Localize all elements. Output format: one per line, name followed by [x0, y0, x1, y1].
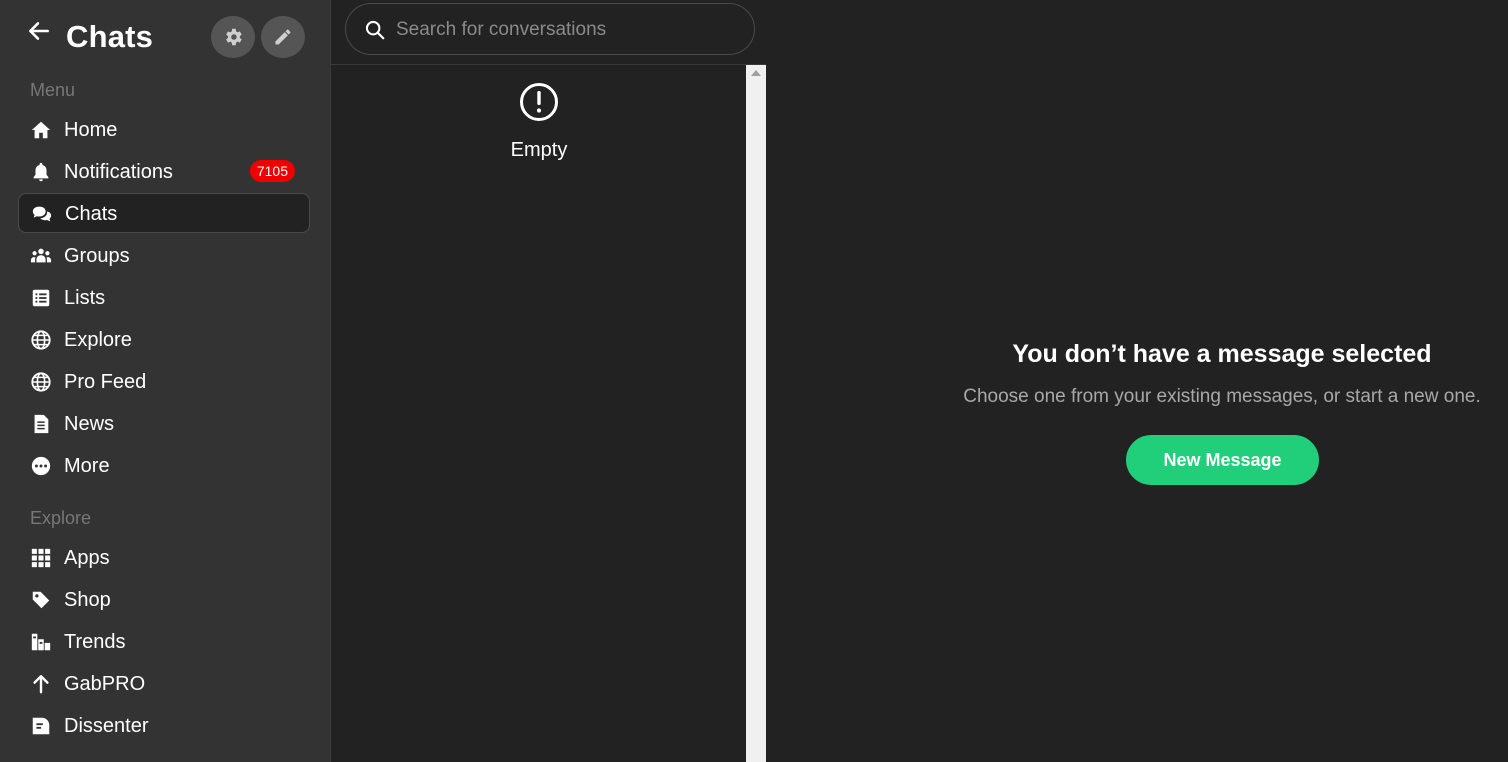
sidebar-item-label: More	[64, 455, 110, 477]
sidebar-item-lists[interactable]: Lists	[18, 278, 310, 318]
empty-label: Empty	[510, 139, 568, 161]
sidebar-item-label: Apps	[64, 547, 110, 569]
sidebar-item-label: Home	[64, 119, 118, 141]
globe-icon	[30, 329, 52, 351]
sidebar-item-pro-feed[interactable]: Pro Feed	[18, 362, 310, 402]
grid-icon	[30, 547, 52, 569]
bell-icon	[30, 161, 52, 183]
sidebar-item-label: GabPRO	[64, 673, 146, 695]
sidebar-header: Chats	[0, 0, 330, 78]
sidebar-item-label: Groups	[64, 245, 130, 267]
sidebar-item-apps[interactable]: Apps	[18, 538, 310, 578]
sidebar-item-label: Lists	[64, 287, 106, 309]
no-message-title: You don’t have a message selected	[1012, 340, 1432, 368]
tag-icon	[30, 589, 52, 611]
search-box[interactable]	[345, 3, 755, 55]
search-input[interactable]	[396, 16, 736, 44]
list-icon	[30, 287, 52, 309]
search-bar	[331, 0, 767, 65]
sidebar-item-dissenter[interactable]: Dissenter	[18, 706, 310, 746]
conversation-list-panel: Empty	[330, 0, 767, 762]
sidebar-item-label: Shop	[64, 589, 111, 611]
sidebar-item-more[interactable]: More	[18, 446, 310, 486]
exclamation-circle-icon	[520, 83, 558, 121]
sidebar-item-label: News	[64, 413, 115, 435]
page-title: Chats	[66, 19, 154, 54]
scrollbar[interactable]	[746, 65, 766, 762]
sidebar-item-label: Explore	[64, 329, 132, 351]
sidebar-item-gabpro[interactable]: GabPRO	[18, 664, 310, 704]
arrow-left-icon	[29, 22, 49, 40]
home-icon	[30, 119, 52, 141]
settings-button[interactable]	[211, 16, 255, 58]
sidebar: Chats Menu Home Notifications 7105 Chats…	[0, 0, 330, 762]
back-button[interactable]	[24, 16, 54, 46]
sidebar-item-shop[interactable]: Shop	[18, 580, 310, 620]
search-icon	[365, 20, 385, 40]
compose-button[interactable]	[261, 16, 305, 58]
new-message-button[interactable]: New Message	[1126, 435, 1319, 485]
sidebar-item-label: Dissenter	[64, 715, 149, 737]
sidebar-item-groups[interactable]: Groups	[18, 236, 310, 276]
notification-count-badge: 7105	[249, 160, 295, 182]
scroll-up-arrow-icon[interactable]	[751, 70, 761, 76]
groups-icon	[30, 245, 52, 267]
sidebar-item-trends[interactable]: Trends	[18, 622, 310, 662]
sidebar-item-label: Pro Feed	[64, 371, 147, 393]
empty-state: Empty	[331, 82, 747, 162]
sidebar-item-label: Notifications	[64, 161, 173, 183]
sidebar-item-notifications[interactable]: Notifications 7105	[18, 152, 310, 192]
no-message-subtitle: Choose one from your existing messages, …	[963, 386, 1481, 407]
document-icon	[30, 413, 52, 435]
section-label-menu: Menu	[30, 80, 76, 100]
sidebar-item-chats[interactable]: Chats	[18, 193, 310, 233]
chat-icon	[31, 203, 53, 225]
dissenter-icon	[30, 715, 52, 737]
globe-icon	[30, 371, 52, 393]
arrow-up-icon	[30, 673, 52, 695]
trends-icon	[30, 631, 52, 653]
sidebar-item-label: Chats	[65, 203, 118, 225]
more-icon	[30, 455, 52, 477]
pencil-icon	[275, 29, 291, 45]
chats-app: Chats Menu Home Notifications 7105 Chats…	[0, 0, 1508, 762]
section-label-explore: Explore	[30, 508, 92, 528]
sidebar-item-explore[interactable]: Explore	[18, 320, 310, 360]
sidebar-item-news[interactable]: News	[18, 404, 310, 444]
message-panel: You don’t have a message selected Choose…	[766, 0, 1508, 762]
gear-icon	[226, 28, 242, 46]
sidebar-item-home[interactable]: Home	[18, 110, 310, 150]
sidebar-item-label: Trends	[64, 631, 126, 653]
